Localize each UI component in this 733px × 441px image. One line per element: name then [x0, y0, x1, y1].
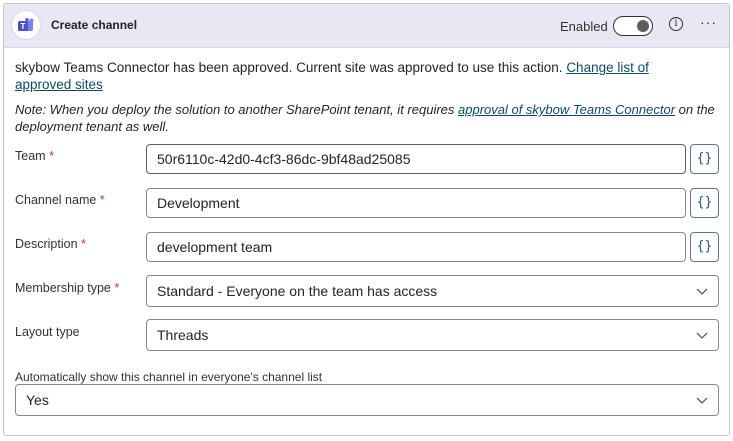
toggle-knob — [637, 20, 649, 32]
chevron-down-icon — [696, 288, 708, 295]
enabled-toggle[interactable] — [613, 16, 653, 36]
action-header[interactable]: T Create channel Enabled i ··· — [4, 4, 729, 48]
required-mark: * — [49, 149, 54, 163]
note-prefix: Note: When you deploy the solution to an… — [15, 102, 458, 117]
layout-type-label: Layout type — [15, 325, 80, 339]
description-input[interactable]: development team — [146, 232, 686, 262]
enabled-label: Enabled — [560, 19, 608, 34]
chevron-down-icon — [696, 397, 708, 404]
channel-name-dynamic-value-button[interactable]: {} — [690, 188, 719, 218]
membership-type-label: Membership type * — [15, 281, 119, 295]
channel-name-label: Channel name * — [15, 193, 105, 207]
svg-text:T: T — [21, 22, 26, 31]
more-options-icon[interactable]: ··· — [700, 14, 717, 30]
info-icon[interactable]: i — [669, 17, 683, 31]
membership-type-dropdown[interactable]: Standard - Everyone on the team has acce… — [146, 275, 719, 307]
required-mark: * — [99, 193, 105, 207]
team-label-text: Team — [15, 149, 46, 163]
team-label: Team * — [15, 149, 54, 163]
team-input[interactable]: 50r6110c-42d0-4cf3-86dc-9bf48ad25085 — [146, 144, 686, 174]
channel-name-input[interactable]: Development — [146, 188, 686, 218]
auto-show-label: Automatically show this channel in every… — [15, 370, 323, 384]
approval-message: skybow Teams Connector has been approved… — [15, 59, 695, 93]
layout-type-dropdown[interactable]: Threads — [146, 319, 719, 351]
membership-type-label-text: Membership type — [15, 281, 111, 295]
team-dynamic-value-button[interactable]: {} — [690, 144, 719, 174]
required-mark: * — [114, 281, 120, 295]
required-mark: * — [81, 237, 86, 251]
approval-connector-link[interactable]: approval of skybow Teams Connector — [458, 102, 675, 117]
auto-show-dropdown[interactable]: Yes — [15, 384, 719, 416]
membership-type-value: Standard - Everyone on the team has acce… — [157, 283, 438, 299]
approval-text: skybow Teams Connector has been approved… — [15, 60, 567, 75]
channel-name-label-text: Channel name — [15, 193, 97, 207]
create-channel-card: T Create channel Enabled i ··· skybow Te… — [3, 3, 730, 436]
auto-show-value: Yes — [26, 392, 49, 408]
layout-type-value: Threads — [157, 327, 209, 343]
action-title: Create channel — [51, 18, 138, 32]
description-label: Description * — [15, 237, 86, 251]
description-dynamic-value-button[interactable]: {} — [690, 232, 719, 262]
layout-type-label-text: Layout type — [15, 325, 80, 339]
description-label-text: Description — [15, 237, 78, 251]
teams-app-icon: T — [11, 10, 41, 40]
chevron-down-icon — [696, 332, 708, 339]
deployment-note: Note: When you deploy the solution to an… — [15, 101, 715, 135]
